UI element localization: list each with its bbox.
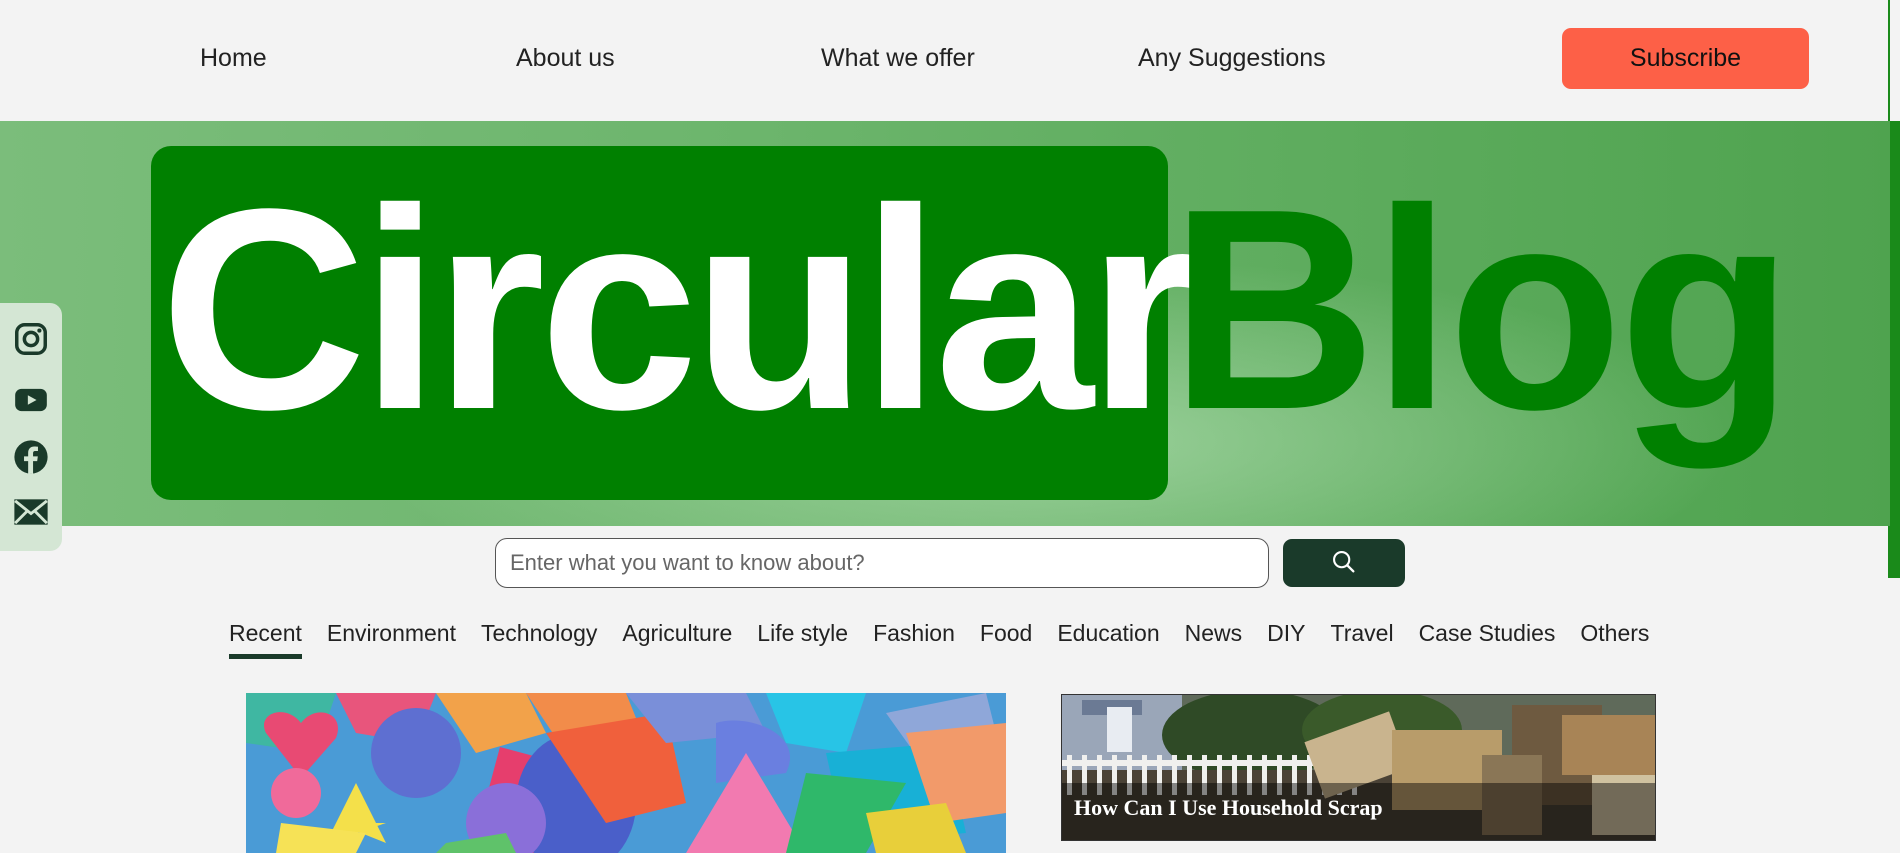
social-bar — [0, 303, 62, 551]
nav-home-link[interactable]: Home — [200, 44, 267, 73]
top-nav: Home About us What we offer Any Suggesti… — [0, 0, 1890, 121]
logo-word-circular: Circular — [160, 149, 1199, 469]
right-edge-strip-top — [1890, 0, 1900, 121]
tab-case-studies[interactable]: Case Studies — [1419, 620, 1556, 647]
search-icon — [1333, 550, 1355, 572]
logo-word-blog: Blog — [1170, 149, 1793, 469]
search-input[interactable] — [495, 538, 1269, 588]
tab-life-style[interactable]: Life style — [757, 620, 848, 647]
tab-diy[interactable]: DIY — [1267, 620, 1305, 647]
tab-education[interactable]: Education — [1057, 620, 1159, 647]
featured-post-image[interactable] — [246, 693, 1006, 853]
tab-travel[interactable]: Travel — [1331, 620, 1394, 647]
tab-food[interactable]: Food — [980, 620, 1032, 647]
tab-recent[interactable]: Recent — [229, 620, 302, 659]
search-button[interactable] — [1283, 539, 1405, 587]
post-card-household-scrap[interactable]: How Can I Use Household Scrap — [1061, 694, 1656, 841]
tab-environment[interactable]: Environment — [327, 620, 456, 647]
facebook-icon[interactable] — [12, 438, 50, 476]
nav-offer-link[interactable]: What we offer — [821, 44, 975, 73]
category-tabs: Recent Environment Technology Agricultur… — [229, 620, 1649, 659]
paper-shapes-image — [246, 693, 1006, 853]
subscribe-button[interactable]: Subscribe — [1562, 28, 1809, 89]
tab-agriculture[interactable]: Agriculture — [622, 620, 732, 647]
youtube-icon[interactable] — [12, 381, 50, 419]
nav-suggestions-link[interactable]: Any Suggestions — [1138, 44, 1326, 73]
email-icon[interactable] — [12, 493, 50, 531]
tab-technology[interactable]: Technology — [481, 620, 597, 647]
tab-others[interactable]: Others — [1580, 620, 1649, 647]
post-title: How Can I Use Household Scrap — [1074, 795, 1383, 820]
instagram-icon[interactable] — [12, 320, 50, 358]
tab-news[interactable]: News — [1185, 620, 1243, 647]
tab-fashion[interactable]: Fashion — [873, 620, 955, 647]
hero-banner: Circular Blog — [0, 121, 1890, 526]
nav-about-link[interactable]: About us — [516, 44, 615, 73]
